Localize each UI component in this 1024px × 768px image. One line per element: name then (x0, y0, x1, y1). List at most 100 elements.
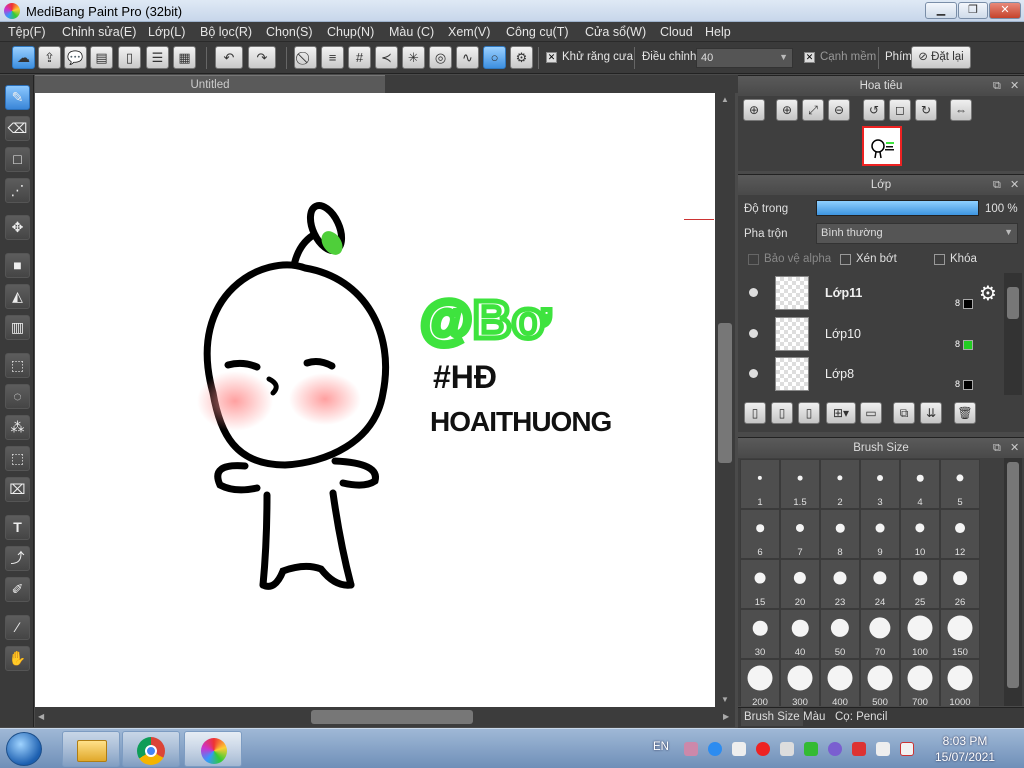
rotate-reset-icon[interactable]: ◻ (889, 99, 911, 121)
brush-size-option[interactable]: 500 (860, 659, 900, 706)
brush-size-option[interactable]: 6 (740, 509, 780, 559)
flag-icon[interactable] (900, 742, 914, 756)
select-tool-icon[interactable]: ⬚ (5, 353, 30, 378)
horizontal-scrollbar[interactable]: ◀ ▶ (35, 707, 735, 727)
zoom-plus-icon[interactable]: ⊕ (776, 99, 798, 121)
brush-scroll-thumb[interactable] (1007, 462, 1019, 688)
brush-size-option[interactable]: 12 (940, 509, 980, 559)
cloud-icon[interactable]: ☁ (12, 46, 35, 69)
parallel-snap-icon[interactable]: ≡ (321, 46, 344, 69)
merge-layer-icon[interactable]: ⇊ (920, 402, 942, 424)
divide-tool-icon[interactable]: ✐ (5, 577, 30, 602)
fill-rect-tool-icon[interactable]: ■ (5, 253, 30, 278)
tab-brush-pencil[interactable]: Cọ: Pencil (832, 708, 890, 726)
radial-snap-icon[interactable]: ✳ (402, 46, 425, 69)
brush-size-option[interactable]: 24 (860, 559, 900, 609)
close-button[interactable]: ✕ (989, 2, 1021, 19)
layer-list-scrollbar[interactable] (1004, 273, 1022, 395)
menu-color[interactable]: Màu (C) (389, 25, 434, 39)
eraser-tool-icon[interactable]: ⌫ (5, 116, 30, 141)
speech-bubble-icon[interactable]: 💬 (64, 46, 87, 69)
navigator-preview[interactable] (862, 126, 902, 166)
share-icon[interactable]: ⇪ (38, 46, 61, 69)
eyedropper-tool-icon[interactable]: ⁄ (5, 615, 30, 640)
protect-alpha-checkbox[interactable] (748, 254, 759, 265)
correction-select[interactable]: 40 ▼ (696, 48, 793, 68)
text-tool-icon[interactable]: T (5, 515, 30, 540)
panel-close-icon[interactable]: ✕ (1010, 76, 1019, 96)
no-snap-icon[interactable]: ⃠ (294, 46, 317, 69)
layer-row-lop8[interactable]: Lớp8 8 (741, 354, 1004, 394)
brush-size-option[interactable]: 25 (900, 559, 940, 609)
rectangle-tool-icon[interactable]: □ (5, 147, 30, 172)
taskbar-explorer[interactable] (62, 731, 120, 767)
gradient-tool-icon[interactable]: ▥ (5, 315, 30, 340)
menu-file[interactable]: Tệp(F) (8, 25, 46, 39)
tray-app-icon[interactable] (684, 742, 698, 756)
brush-size-option[interactable]: 50 (820, 609, 860, 659)
circle-snap-icon[interactable]: ○ (483, 46, 506, 69)
tab-brush-size[interactable]: Brush Size (741, 708, 803, 726)
horizontal-scroll-thumb[interactable] (311, 710, 473, 724)
comment-icon[interactable]: ▤ (90, 46, 113, 69)
new-layer-icon[interactable]: ▯ (744, 402, 766, 424)
brush-size-option[interactable]: 300 (780, 659, 820, 706)
clipboard-icon[interactable] (876, 742, 890, 756)
scroll-left-icon[interactable]: ◀ (38, 712, 44, 721)
lock-checkbox[interactable] (934, 254, 945, 265)
select-pen-tool-icon[interactable]: ⬚ (5, 446, 30, 471)
reset-button[interactable]: ⊘ Đặt lại (911, 46, 971, 69)
page-icon[interactable]: ▯ (118, 46, 141, 69)
brush-size-option[interactable]: 200 (740, 659, 780, 706)
visibility-eye-icon[interactable] (749, 369, 758, 378)
visibility-eye-icon[interactable] (749, 329, 758, 338)
start-button-icon[interactable] (6, 732, 42, 766)
taskbar-medibang[interactable] (184, 731, 242, 767)
grid-snap-icon[interactable]: # (348, 46, 371, 69)
menu-edit[interactable]: Chỉnh sửa(E) (62, 25, 136, 39)
zalo-icon[interactable] (708, 742, 722, 756)
visibility-eye-icon[interactable] (749, 288, 758, 297)
dot-line-tool-icon[interactable]: ⋰ (5, 178, 30, 203)
canvas[interactable]: @Bơ #HĐ HOAITHUONG (35, 93, 715, 707)
brush-size-scrollbar[interactable] (1004, 458, 1022, 706)
opera-icon[interactable] (756, 742, 770, 756)
brush-size-option[interactable]: 10 (900, 509, 940, 559)
panel-close-icon[interactable]: ✕ (1010, 438, 1019, 458)
vertical-scrollbar[interactable]: ▲ ▼ (715, 93, 735, 707)
delete-layer-icon[interactable]: 🗑 (954, 402, 976, 424)
brush-size-option[interactable]: 5 (940, 459, 980, 509)
brush-size-option[interactable]: 7 (780, 509, 820, 559)
undock-icon[interactable]: ⧉ (993, 438, 1001, 458)
layer-row-lop10[interactable]: Lớp10 8 (741, 314, 1004, 354)
layer-row-lop11[interactable]: Lớp11 8 ⚙ (741, 273, 1004, 313)
panel-close-icon[interactable]: ✕ (1010, 175, 1019, 195)
menu-cloud[interactable]: Cloud (660, 25, 693, 39)
antialias-checkbox[interactable]: ✕ (546, 52, 557, 63)
brush-size-option[interactable]: 1 (740, 459, 780, 509)
smooth-edge-checkbox[interactable]: ✕ (804, 52, 815, 63)
duplicate-layer-icon[interactable]: ⧉ (893, 402, 915, 424)
scroll-up-icon[interactable]: ▲ (721, 95, 729, 104)
grid-edit-icon[interactable]: ▦ (173, 46, 196, 69)
opacity-slider[interactable] (816, 200, 979, 216)
brush-size-option[interactable]: 2 (820, 459, 860, 509)
brush-size-option[interactable]: 150 (940, 609, 980, 659)
menu-help[interactable]: Help (705, 25, 731, 39)
undo-icon[interactable]: ↶ (215, 46, 243, 69)
volume-icon[interactable] (780, 742, 794, 756)
new-1bit-layer-icon[interactable]: ▯ (798, 402, 820, 424)
lasso-tool-icon[interactable]: ◌ (5, 384, 30, 409)
menu-tools[interactable]: Công cụ(T) (506, 25, 569, 39)
zoom-in-icon[interactable]: ⊕ (743, 99, 765, 121)
brush-size-option[interactable]: 9 (860, 509, 900, 559)
maximize-button[interactable]: ❐ (958, 2, 988, 19)
undock-icon[interactable]: ⧉ (993, 76, 1001, 96)
brush-size-option[interactable]: 700 (900, 659, 940, 706)
operation-tool-icon[interactable]: ⤴ (5, 546, 30, 571)
rotate-left-icon[interactable]: ↺ (863, 99, 885, 121)
viber-icon[interactable] (828, 742, 842, 756)
antivirus-icon[interactable] (852, 742, 866, 756)
perspective-snap-icon[interactable]: ≺ (375, 46, 398, 69)
taskbar-chrome[interactable] (122, 731, 180, 767)
